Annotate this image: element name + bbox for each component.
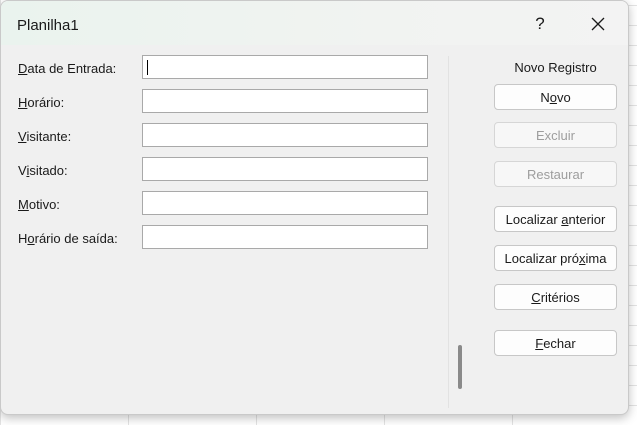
data-form-dialog: Planilha1 ? Data de Entrada: Horário: Vi… <box>0 0 629 415</box>
field-row-visitado: Visitado: <box>1 157 441 183</box>
fechar-button[interactable]: Fechar <box>494 330 617 356</box>
field-label: Horário: <box>18 95 65 110</box>
field-row-data-entrada: Data de Entrada: <box>1 55 441 81</box>
visitado-input[interactable] <box>142 157 428 181</box>
data-entrada-input[interactable] <box>142 55 428 79</box>
help-button[interactable]: ? <box>523 9 557 39</box>
title-bar: Planilha1 ? <box>1 1 628 45</box>
field-row-visitante: Visitante: <box>1 123 441 149</box>
field-label: Visitado: <box>18 163 68 178</box>
close-button[interactable] <box>579 9 617 39</box>
field-row-horario: Horário: <box>1 89 441 115</box>
horario-saida-input[interactable] <box>142 225 428 249</box>
excluir-button[interactable]: Exc l uir <box>494 122 617 148</box>
text-caret <box>147 60 148 75</box>
field-label: Horário de saída: <box>18 231 118 246</box>
field-row-motivo: Motivo: <box>1 191 441 217</box>
localizar-proxima-button[interactable]: Localizar pró x ima <box>494 245 617 271</box>
divider <box>448 56 449 408</box>
field-label: Data de Entrada: <box>18 61 117 76</box>
field-label: Visitante: <box>18 129 72 144</box>
motivo-input[interactable] <box>142 191 428 215</box>
visitante-input[interactable] <box>142 123 428 147</box>
field-label: Motivo: <box>18 197 60 212</box>
localizar-anterior-button[interactable]: Localizar a nterior <box>494 206 617 232</box>
dialog-title: Planilha1 <box>17 17 79 34</box>
horario-input[interactable] <box>142 89 428 113</box>
record-status: Novo Registro <box>514 60 597 75</box>
field-row-horario-saida: Horário de saída: <box>1 225 441 251</box>
close-icon <box>591 17 605 31</box>
restaurar-button[interactable]: Restaurar <box>494 161 617 187</box>
record-scrollbar[interactable] <box>458 345 462 389</box>
novo-button[interactable]: No vo <box>494 84 617 110</box>
criterios-button[interactable]: Critérios <box>494 284 617 310</box>
